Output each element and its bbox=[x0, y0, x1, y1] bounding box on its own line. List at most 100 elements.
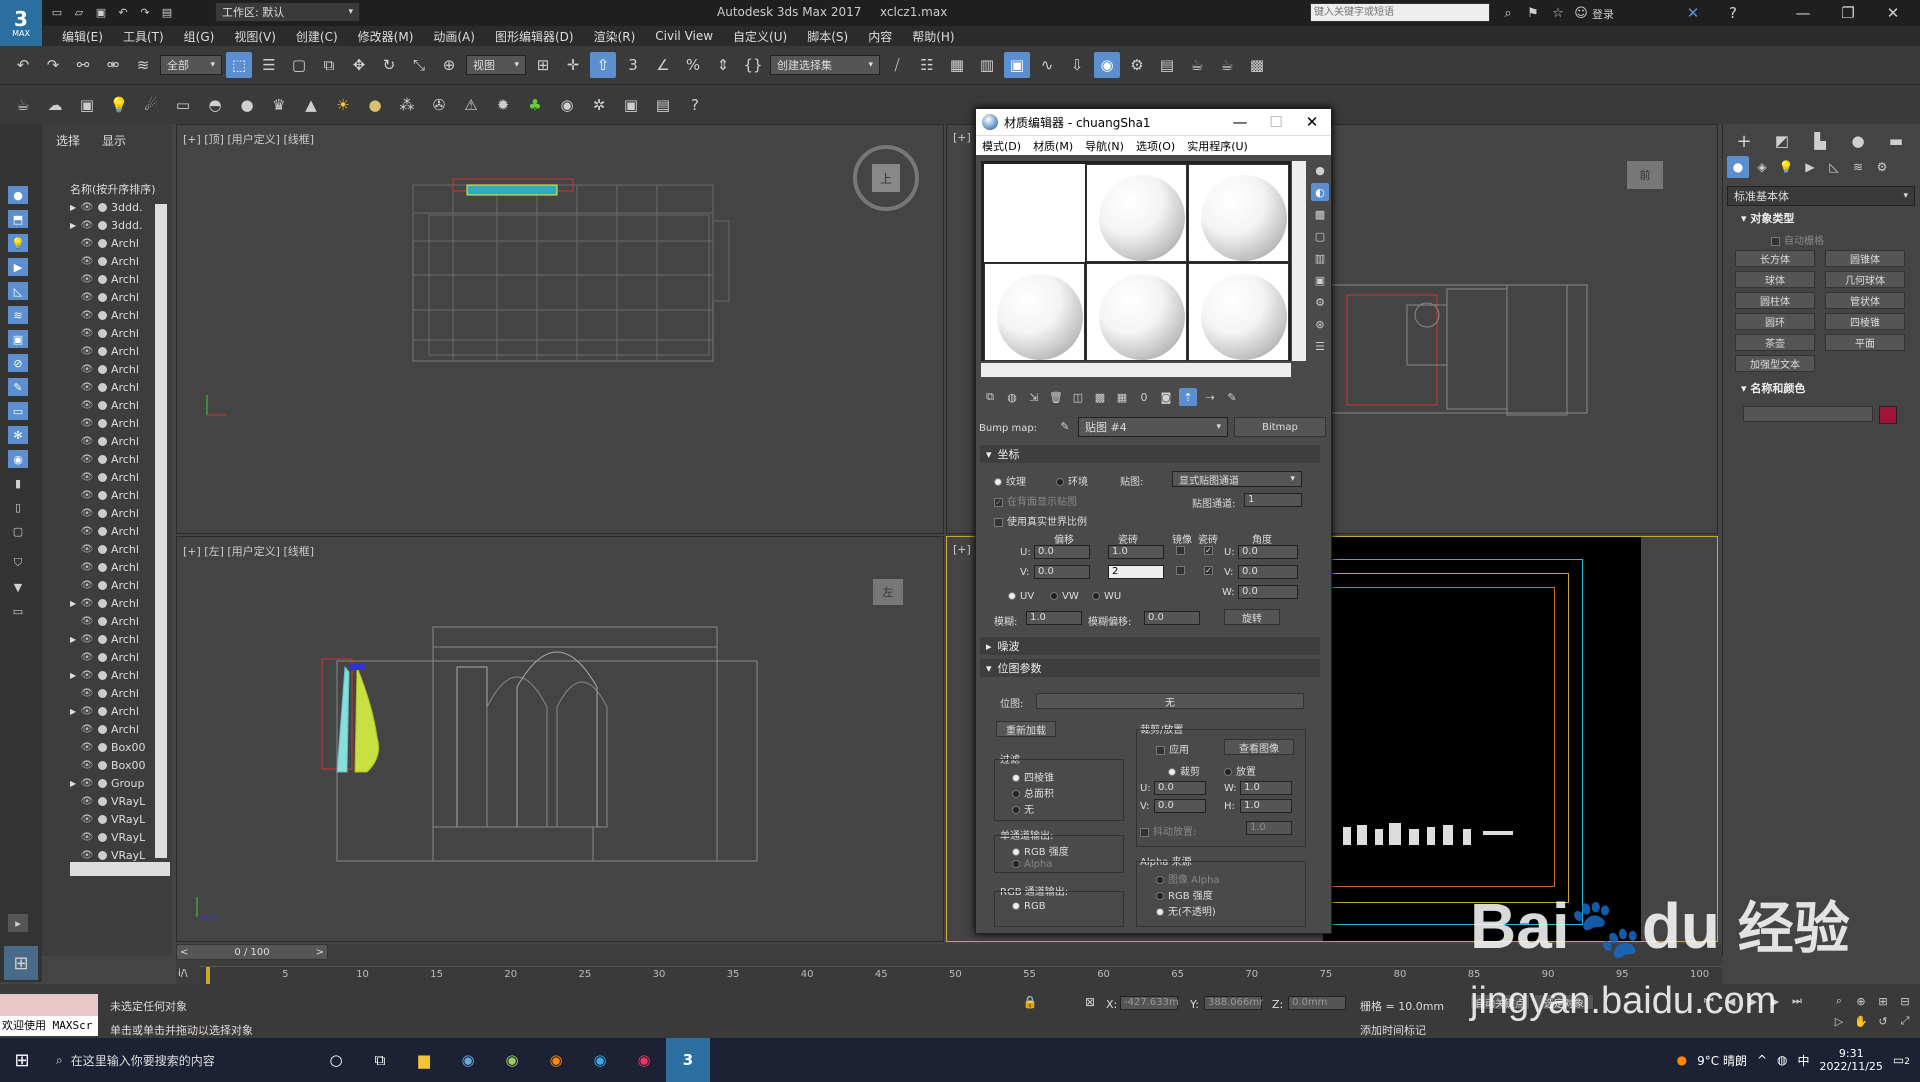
place-radio[interactable]: 放置 bbox=[1224, 763, 1256, 778]
dome-light-icon[interactable]: ◓ bbox=[202, 92, 228, 118]
selected-dropdown[interactable]: 选定对象 bbox=[1534, 994, 1594, 1010]
link-icon[interactable]: ⚯ bbox=[70, 52, 96, 78]
crop-u-spinner[interactable]: 0.0 bbox=[1154, 781, 1206, 795]
object-type-rollout[interactable]: ▾ 对象类型 bbox=[1727, 210, 1915, 226]
crop-w-spinner[interactable]: 1.0 bbox=[1240, 781, 1292, 795]
visibility-eye-icon[interactable]: 👁 bbox=[80, 328, 94, 339]
environ-radio[interactable]: 环境 bbox=[1056, 473, 1088, 488]
menu-create[interactable]: 创建(C) bbox=[286, 28, 348, 45]
menu-views[interactable]: 视图(V) bbox=[224, 28, 286, 45]
plant-icon[interactable]: ♣ bbox=[522, 92, 548, 118]
windows-start-icon[interactable]: ⊞ bbox=[0, 1038, 44, 1082]
open-file-icon[interactable]: ▱ bbox=[70, 3, 88, 21]
freeze-icon[interactable] bbox=[98, 436, 107, 446]
x-coord-field[interactable]: -427.633m bbox=[1120, 996, 1179, 1010]
restore-icon[interactable]: ❐ bbox=[1835, 0, 1861, 26]
freeze-icon[interactable] bbox=[98, 796, 107, 806]
spinner-snap-icon[interactable]: ⇕ bbox=[710, 52, 736, 78]
frame-buffer-icon[interactable]: ▣ bbox=[74, 92, 100, 118]
jitter-checkbox[interactable]: 抖动放置: bbox=[1140, 823, 1196, 838]
material-editor-icon[interactable]: ◉ bbox=[1094, 52, 1120, 78]
shapes-icon[interactable]: ◈ bbox=[1751, 156, 1773, 178]
edit-named-selection-icon[interactable]: {} bbox=[740, 52, 766, 78]
sun-icon[interactable]: ☀ bbox=[330, 92, 356, 118]
taskbar-search[interactable]: ⌕ 在这里输入你要搜索的内容 bbox=[44, 1038, 314, 1082]
reload-button[interactable]: 重新加载 bbox=[996, 721, 1056, 737]
maximize-viewport-icon[interactable]: ⤢ bbox=[1896, 1012, 1914, 1030]
geometry-icon[interactable]: ● bbox=[1727, 156, 1749, 178]
go-to-parent-icon[interactable]: ⇡ bbox=[1179, 388, 1197, 406]
display-hidden-icon[interactable]: ▮ bbox=[8, 474, 28, 492]
select-object-icon[interactable]: ⬚ bbox=[226, 52, 252, 78]
primitive-button[interactable]: 球体 bbox=[1735, 271, 1815, 288]
wu-radio[interactable]: WU bbox=[1092, 591, 1121, 602]
layer-icon[interactable]: ▭ bbox=[8, 602, 28, 620]
app-icon-3[interactable]: ◉ bbox=[622, 1038, 666, 1082]
me-menu-material[interactable]: 材质(M) bbox=[1027, 138, 1079, 154]
spot-light-icon[interactable]: ▲ bbox=[298, 92, 324, 118]
sat-radio[interactable]: 总面积 bbox=[1012, 785, 1054, 800]
get-material-icon[interactable]: ⧉ bbox=[981, 388, 999, 406]
expand-icon[interactable]: ▶ bbox=[70, 671, 80, 680]
v-offset-spinner[interactable]: 0.0 bbox=[1034, 565, 1090, 579]
primitive-button[interactable]: 平面 bbox=[1825, 334, 1905, 351]
systems-icon[interactable]: ⚙ bbox=[1871, 156, 1893, 178]
primitive-button[interactable]: 长方体 bbox=[1735, 250, 1815, 267]
visibility-eye-icon[interactable]: 👁 bbox=[80, 670, 94, 681]
crop-h-spinner[interactable]: 1.0 bbox=[1240, 799, 1292, 813]
bitmap-path-button[interactable]: 无 bbox=[1036, 693, 1304, 709]
display-frozen-icon[interactable]: ◉ bbox=[8, 450, 28, 468]
view-image-button[interactable]: 查看图像 bbox=[1224, 739, 1294, 755]
sample-slot-1[interactable] bbox=[984, 164, 1085, 262]
sphere-light-icon[interactable]: ● bbox=[234, 92, 260, 118]
visibility-eye-icon[interactable]: 👁 bbox=[80, 832, 94, 843]
object-category-dropdown[interactable]: 标准基本体 bbox=[1727, 186, 1915, 206]
visibility-eye-icon[interactable]: 👁 bbox=[80, 382, 94, 393]
rotate-button[interactable]: 旋转 bbox=[1224, 609, 1280, 625]
visibility-eye-icon[interactable]: 👁 bbox=[80, 256, 94, 267]
mono-rgb-radio[interactable]: RGB 强度 bbox=[1012, 843, 1069, 858]
multi-material-icon[interactable]: ✲ bbox=[586, 92, 612, 118]
me-menu-utilities[interactable]: 实用程序(U) bbox=[1181, 138, 1254, 154]
rotate-icon[interactable]: ↻ bbox=[376, 52, 402, 78]
teapot-icon[interactable]: ☕ bbox=[10, 92, 36, 118]
angle-snap-icon[interactable]: ∠ bbox=[650, 52, 676, 78]
material-editor-titlebar[interactable]: 材质编辑器 - chuangSha1 — ☐ ✕ bbox=[976, 109, 1331, 135]
align-icon[interactable]: ☷ bbox=[914, 52, 940, 78]
freeze-icon[interactable] bbox=[98, 688, 107, 698]
app-icon-1[interactable]: ◉ bbox=[446, 1038, 490, 1082]
curve-editor-icon[interactable]: ∿ bbox=[1034, 52, 1060, 78]
visibility-eye-icon[interactable]: 👁 bbox=[80, 562, 94, 573]
zoom-extents-all-icon[interactable]: ⊟ bbox=[1896, 992, 1914, 1010]
physical-camera-icon[interactable]: ⚠ bbox=[458, 92, 484, 118]
freeze-icon[interactable] bbox=[98, 418, 107, 428]
next-key-icon[interactable]: ▶ bbox=[1766, 992, 1784, 1010]
move-icon[interactable]: ✥ bbox=[346, 52, 372, 78]
bitmap-rollout-header[interactable]: ▾ 位图参数 bbox=[980, 659, 1320, 677]
freeze-icon[interactable] bbox=[98, 814, 107, 824]
freeze-icon[interactable] bbox=[98, 328, 107, 338]
ime-indicator[interactable]: 中 bbox=[1798, 1052, 1810, 1069]
freeze-icon[interactable] bbox=[98, 454, 107, 464]
fov-icon[interactable]: ▷ bbox=[1830, 1012, 1848, 1030]
primitive-button[interactable]: 管状体 bbox=[1825, 292, 1905, 309]
visibility-eye-icon[interactable]: 👁 bbox=[80, 526, 94, 537]
environment-fog-icon[interactable]: ✹ bbox=[490, 92, 516, 118]
map-type-button[interactable]: Bitmap bbox=[1234, 417, 1326, 437]
undo-icon[interactable]: ↶ bbox=[10, 52, 36, 78]
fur-icon[interactable]: ⁂ bbox=[394, 92, 420, 118]
freeze-icon[interactable] bbox=[98, 832, 107, 842]
freeze-icon[interactable] bbox=[98, 220, 107, 230]
visibility-eye-icon[interactable]: 👁 bbox=[80, 724, 94, 735]
orbit-icon[interactable]: ↺ bbox=[1874, 1012, 1892, 1030]
display-shapes-icon[interactable]: ⬒ bbox=[8, 210, 28, 228]
file-explorer-icon[interactable]: ▆ bbox=[402, 1038, 446, 1082]
w-angle-spinner[interactable]: 0.0 bbox=[1238, 585, 1298, 599]
scene-explorer-icon[interactable]: ▦ bbox=[944, 52, 970, 78]
proxy-icon[interactable]: ✇ bbox=[426, 92, 452, 118]
redo-icon[interactable]: ↷ bbox=[40, 52, 66, 78]
prev-frame-icon[interactable]: < bbox=[180, 947, 188, 958]
visibility-eye-icon[interactable]: 👁 bbox=[80, 508, 94, 519]
freeze-icon[interactable] bbox=[98, 670, 107, 680]
menu-group[interactable]: 组(G) bbox=[174, 28, 225, 45]
